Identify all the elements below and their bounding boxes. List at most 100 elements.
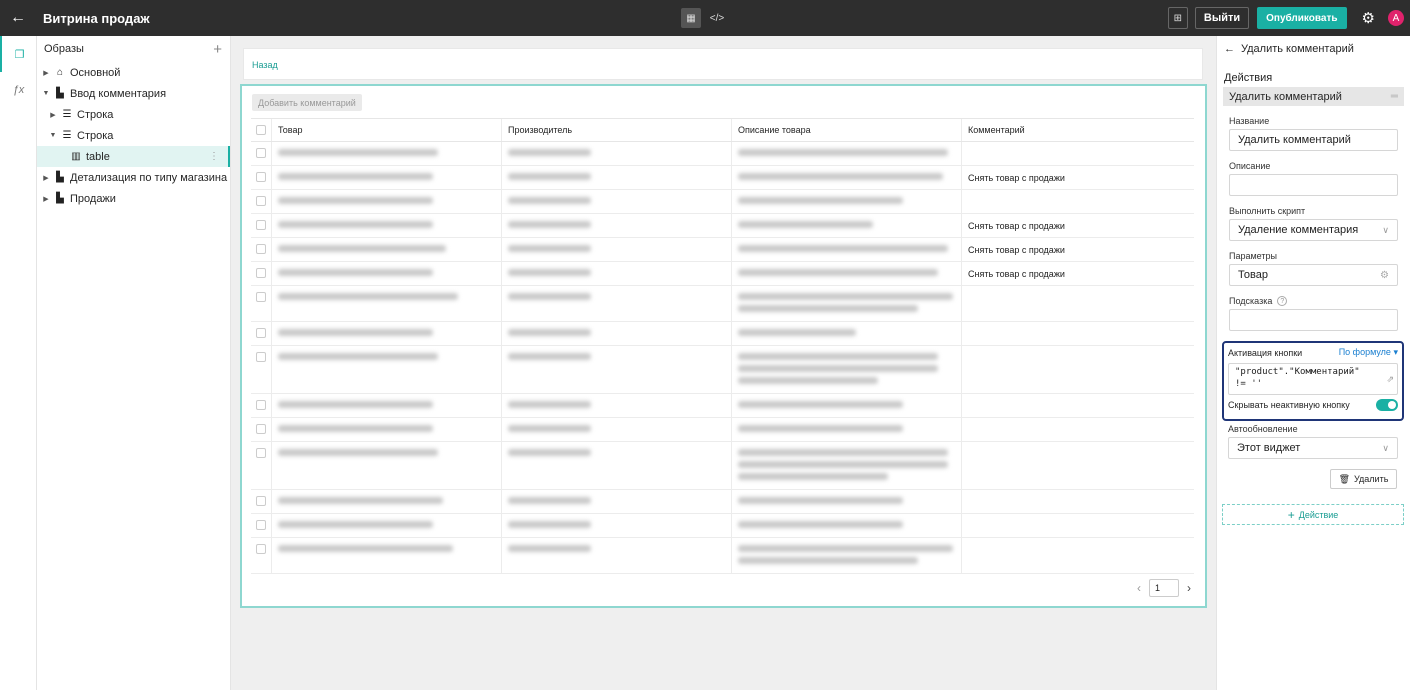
column-header[interactable]: Описание товара — [732, 119, 962, 141]
tree-item-comment-input[interactable]: ▼ ▙ Ввод комментария — [37, 83, 230, 104]
code-view-icon[interactable]: </> — [707, 8, 727, 28]
gear-icon[interactable]: ⚙ — [1362, 9, 1375, 27]
table-row[interactable] — [251, 514, 1194, 538]
tree-item-table[interactable]: ▥ table ⋮ — [37, 146, 230, 167]
table-row[interactable] — [251, 322, 1194, 346]
layout-view-icon[interactable]: ▦ — [681, 8, 701, 28]
more-icon[interactable]: ⋮ — [209, 151, 219, 162]
table-row[interactable]: Снять товар с продажи — [251, 238, 1194, 262]
add-comment-button[interactable]: Добавить комментарий — [252, 94, 362, 111]
formula-editor[interactable]: "product"."Комментарий" != '' ⇗ — [1228, 363, 1398, 395]
hide-inactive-toggle[interactable] — [1376, 399, 1398, 411]
prev-page-icon[interactable]: ‹ — [1137, 581, 1141, 595]
publish-button[interactable]: Опубликовать — [1257, 7, 1347, 29]
table-row[interactable] — [251, 346, 1194, 394]
comment-cell[interactable] — [962, 442, 1194, 489]
row-checkbox[interactable] — [256, 220, 266, 230]
table-row[interactable] — [251, 538, 1194, 574]
comment-cell[interactable]: Снять товар с продажи — [962, 166, 1194, 189]
caret-down-icon[interactable]: ▼ — [47, 132, 59, 139]
exit-button[interactable]: Выйти — [1194, 7, 1250, 29]
caret-right-icon[interactable]: ▶ — [40, 174, 52, 182]
hint-input[interactable] — [1229, 309, 1398, 331]
table-row[interactable]: Снять товар с продажи — [251, 166, 1194, 190]
activation-mode-dropdown[interactable]: По формуле ▾ — [1339, 347, 1398, 358]
add-icon[interactable]: + — [213, 41, 222, 58]
table-row[interactable] — [251, 286, 1194, 322]
caret-right-icon[interactable]: ▶ — [47, 111, 59, 119]
open-editor-icon[interactable]: ⇗ — [1386, 373, 1394, 385]
row-checkbox[interactable] — [256, 520, 266, 530]
caret-right-icon[interactable]: ▶ — [40, 69, 52, 77]
row-checkbox[interactable] — [256, 352, 266, 362]
autoupdate-select[interactable]: Этот виджет ∨ — [1228, 437, 1398, 459]
back-arrow-icon[interactable]: ← — [0, 0, 36, 36]
tree-item-row-2[interactable]: ▼ ☰ Строка — [37, 125, 230, 146]
table-row[interactable]: Снять товар с продажи — [251, 262, 1194, 286]
comment-cell[interactable]: Снять товар с продажи — [962, 214, 1194, 237]
comment-cell[interactable]: Снять товар с продажи — [962, 262, 1194, 285]
back-arrow-icon[interactable]: ← — [1224, 43, 1235, 55]
blurred-text — [508, 497, 591, 504]
comment-cell[interactable] — [962, 514, 1194, 537]
description-input[interactable] — [1229, 174, 1398, 196]
column-header[interactable]: Товар — [272, 119, 502, 141]
help-icon[interactable]: ? — [1277, 296, 1288, 306]
function-icon[interactable]: ƒx — [0, 72, 37, 108]
table-row[interactable] — [251, 142, 1194, 166]
script-select[interactable]: Удаление комментария ∨ — [1229, 219, 1398, 241]
comment-cell[interactable] — [962, 538, 1194, 573]
delete-action-button[interactable]: 🗑 Удалить — [1330, 469, 1397, 489]
row-checkbox[interactable] — [256, 448, 266, 458]
row-checkbox[interactable] — [256, 148, 266, 158]
row-checkbox[interactable] — [256, 268, 266, 278]
params-input[interactable]: Товар ⚙ — [1229, 264, 1398, 286]
table-row[interactable] — [251, 442, 1194, 490]
table-row[interactable] — [251, 190, 1194, 214]
comment-cell[interactable] — [962, 490, 1194, 513]
comment-cell[interactable] — [962, 190, 1194, 213]
row-checkbox[interactable] — [256, 400, 266, 410]
data-table: Товар Производитель Описание товара Комм… — [251, 118, 1194, 574]
tree-item-row-1[interactable]: ▶ ☰ Строка — [37, 104, 230, 125]
table-widget[interactable]: Добавить комментарий Товар Производитель… — [240, 84, 1207, 608]
back-link[interactable]: Назад — [252, 60, 278, 70]
row-checkbox[interactable] — [256, 424, 266, 434]
caret-right-icon[interactable]: ▶ — [40, 195, 52, 203]
action-item-delete-comment[interactable]: Удалить комментарий ═ — [1223, 87, 1404, 106]
row-checkbox[interactable] — [256, 196, 266, 206]
gear-icon[interactable]: ⚙ — [1380, 270, 1389, 281]
comment-cell[interactable]: Снять товар с продажи — [962, 238, 1194, 261]
avatar[interactable]: A — [1388, 10, 1404, 26]
table-row[interactable] — [251, 394, 1194, 418]
comment-cell[interactable] — [962, 322, 1194, 345]
next-page-icon[interactable]: › — [1187, 581, 1191, 595]
table-row[interactable]: Снять товар с продажи — [251, 214, 1194, 238]
comment-cell[interactable] — [962, 346, 1194, 393]
column-header[interactable]: Производитель — [502, 119, 732, 141]
tree-item-store-detail[interactable]: ▶ ▙ Детализация по типу магазина — [37, 167, 230, 188]
row-checkbox[interactable] — [256, 292, 266, 302]
drag-handle-icon[interactable]: ═ — [1391, 91, 1398, 102]
tree-item-main[interactable]: ▶ ⌂ Основной — [37, 62, 230, 83]
row-checkbox[interactable] — [256, 172, 266, 182]
table-row[interactable] — [251, 490, 1194, 514]
select-all-checkbox[interactable] — [256, 125, 266, 135]
name-input[interactable]: Удалить комментарий — [1229, 129, 1398, 151]
comment-cell[interactable] — [962, 394, 1194, 417]
add-action-button[interactable]: + Действие — [1222, 504, 1404, 525]
column-header[interactable]: Комментарий — [962, 119, 1194, 141]
table-row[interactable] — [251, 418, 1194, 442]
structure-icon[interactable]: ⊞ — [1167, 7, 1188, 29]
row-checkbox[interactable] — [256, 244, 266, 254]
row-checkbox[interactable] — [256, 496, 266, 506]
caret-down-icon[interactable]: ▼ — [40, 90, 52, 97]
pages-icon[interactable]: ❐ — [0, 36, 37, 72]
row-checkbox[interactable] — [256, 544, 266, 554]
row-checkbox[interactable] — [256, 328, 266, 338]
page-input[interactable]: 1 — [1149, 579, 1179, 597]
comment-cell[interactable] — [962, 286, 1194, 321]
comment-cell[interactable] — [962, 142, 1194, 165]
tree-item-sales[interactable]: ▶ ▙ Продажи — [37, 188, 230, 209]
comment-cell[interactable] — [962, 418, 1194, 441]
